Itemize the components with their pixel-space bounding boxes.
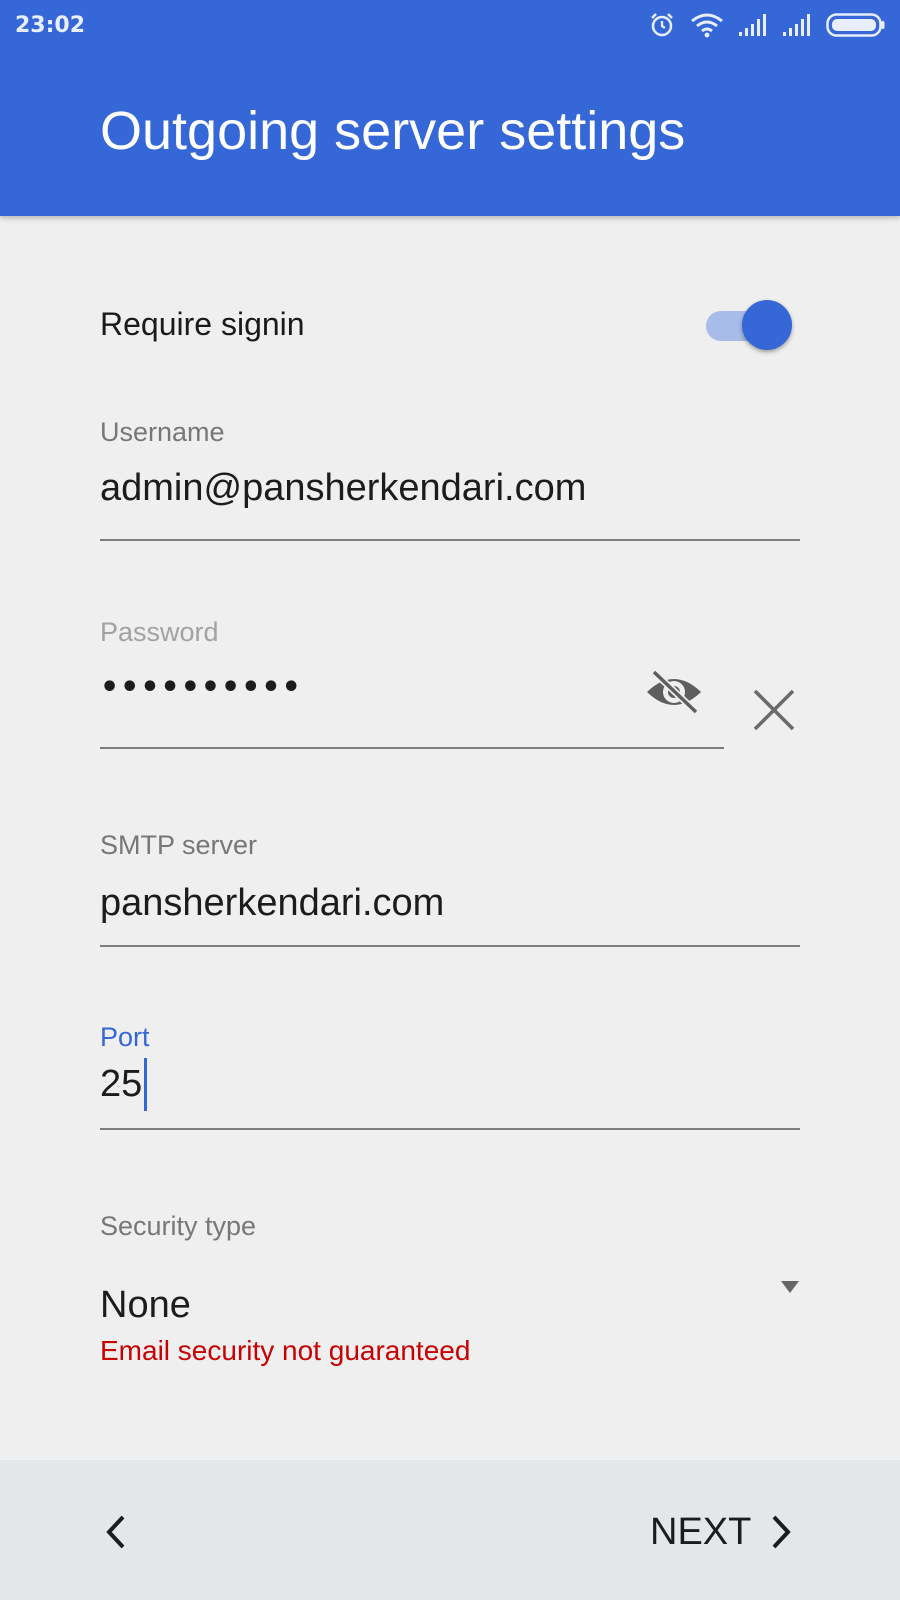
require-signin-toggle[interactable] xyxy=(706,300,792,350)
username-field[interactable]: admin@pansherkendari.com xyxy=(100,467,586,510)
password-underline xyxy=(100,747,724,749)
status-bar: 23:02 xyxy=(0,0,900,50)
port-underline xyxy=(100,1128,800,1130)
text-cursor xyxy=(144,1058,147,1111)
chevron-right-icon xyxy=(772,1515,792,1549)
status-time: 23:02 xyxy=(15,13,86,38)
toggle-thumb xyxy=(742,300,792,350)
app-bar: 23:02 Outgoing server settings xyxy=(0,0,900,216)
security-type-label: Security type xyxy=(100,1211,257,1241)
security-type-select[interactable]: None xyxy=(100,1284,800,1327)
require-signin-label: Require signin xyxy=(100,306,305,342)
port-field[interactable]: 25 xyxy=(100,1063,142,1106)
password-field[interactable]: •••••••••• xyxy=(100,670,302,705)
signal-icon xyxy=(782,13,812,37)
signal-icon xyxy=(738,13,768,37)
next-button-label: NEXT xyxy=(650,1510,752,1553)
page-title: Outgoing server settings xyxy=(100,101,686,161)
next-button[interactable]: NEXT xyxy=(650,1508,795,1556)
eye-off-icon[interactable] xyxy=(644,668,704,716)
smtp-server-underline xyxy=(100,945,800,947)
battery-icon xyxy=(826,12,886,38)
dropdown-arrow-icon[interactable] xyxy=(780,1280,800,1294)
back-button[interactable] xyxy=(96,1512,136,1552)
username-label: Username xyxy=(100,417,225,447)
password-label: Password xyxy=(100,617,219,647)
chevron-left-icon xyxy=(106,1515,125,1549)
close-icon[interactable] xyxy=(752,688,796,732)
security-warning: Email security not guaranteed xyxy=(100,1335,471,1366)
wifi-icon xyxy=(690,12,724,38)
smtp-server-field[interactable]: pansherkendari.com xyxy=(100,882,444,925)
status-icons xyxy=(648,10,886,40)
alarm-icon xyxy=(648,11,676,39)
port-label: Port xyxy=(100,1022,150,1052)
smtp-server-label: SMTP server xyxy=(100,830,258,860)
username-underline xyxy=(100,539,800,541)
